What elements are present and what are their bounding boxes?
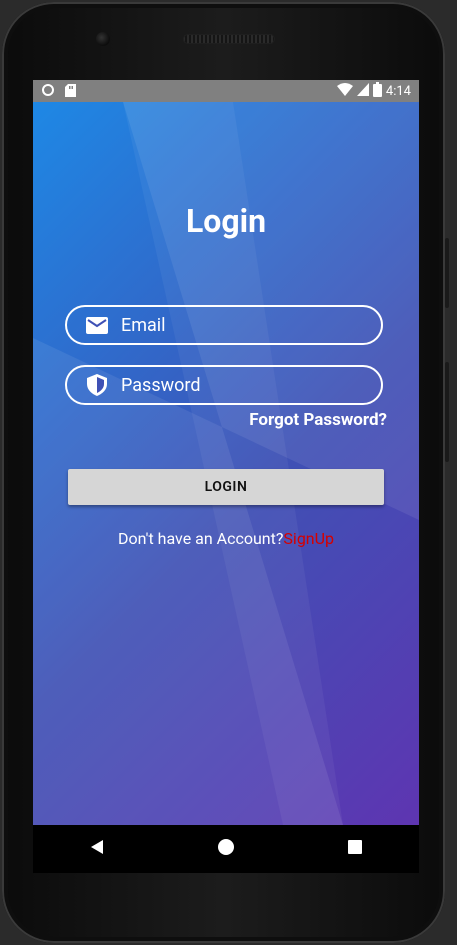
forgot-password-link[interactable]: Forgot Password? <box>249 410 387 430</box>
wifi-icon <box>336 83 353 100</box>
phone-screen: 4:14 Login Forgot Password? LOGIN Don't … <box>33 80 419 825</box>
front-camera <box>96 32 110 46</box>
status-time: 4:14 <box>385 84 411 99</box>
home-circle-icon[interactable] <box>217 838 235 860</box>
navigation-bar <box>33 825 419 873</box>
password-field[interactable] <box>65 365 383 405</box>
shield-icon <box>85 373 109 397</box>
password-input[interactable] <box>121 374 361 396</box>
email-field[interactable] <box>65 305 383 345</box>
circle-notification-icon <box>41 83 55 101</box>
email-input[interactable] <box>121 314 361 336</box>
login-button[interactable]: LOGIN <box>68 469 384 505</box>
login-screen: Login Forgot Password? LOGIN Don't have … <box>33 102 419 825</box>
cell-signal-icon <box>356 83 369 100</box>
no-account-text: Don't have an Account? <box>118 529 284 548</box>
signup-link[interactable]: SignUp <box>283 529 334 548</box>
signup-prompt: Don't have an Account?SignUp <box>33 529 419 548</box>
volume-button <box>445 238 449 308</box>
mail-icon <box>85 313 109 337</box>
back-triangle-icon[interactable] <box>89 839 105 859</box>
page-title: Login <box>185 202 267 240</box>
power-button <box>445 362 449 462</box>
earpiece-speaker <box>183 34 275 44</box>
sd-card-icon <box>65 83 76 101</box>
recents-square-icon[interactable] <box>347 839 363 859</box>
battery-icon <box>372 82 382 101</box>
status-bar: 4:14 <box>33 80 419 102</box>
